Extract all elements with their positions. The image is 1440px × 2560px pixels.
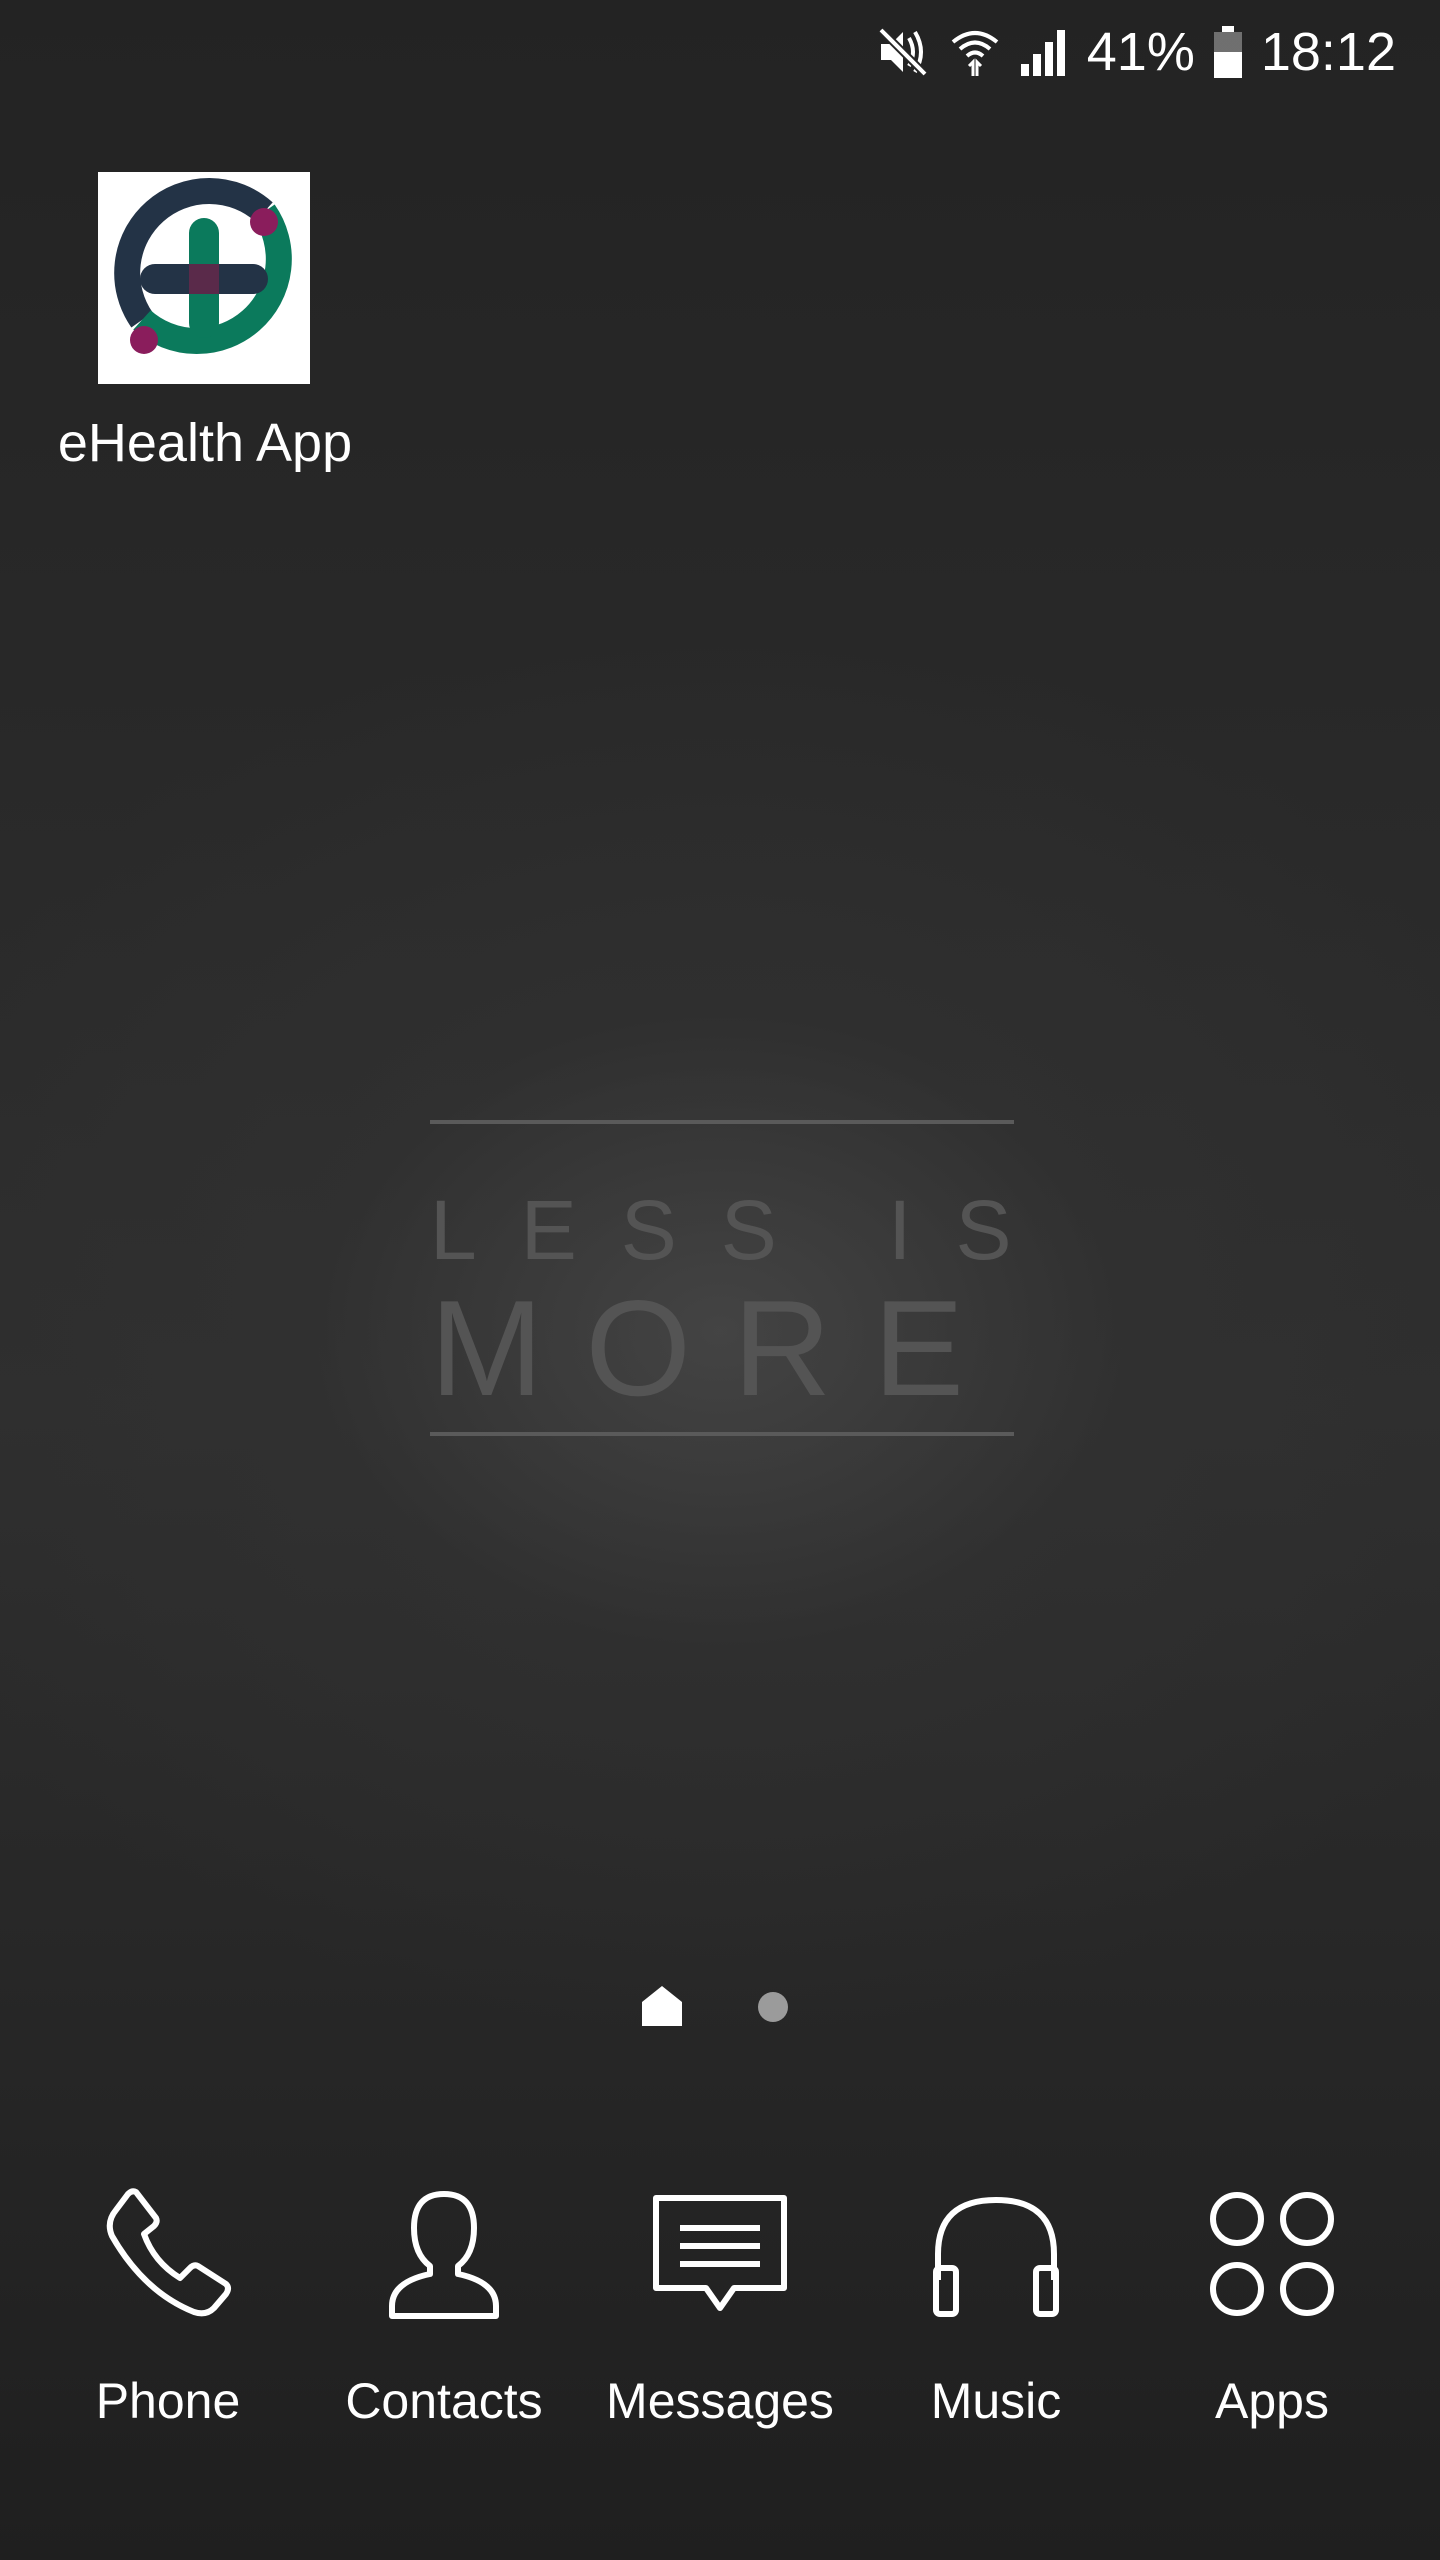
- signal-icon: [1020, 30, 1065, 76]
- dock-item-contacts[interactable]: Contacts: [306, 2180, 582, 2460]
- dock: Phone Contacts Messages Music Apps: [0, 2180, 1440, 2460]
- dock-label: Contacts: [345, 2373, 543, 2429]
- page-dot[interactable]: [758, 1992, 788, 2022]
- home-page-icon[interactable]: [640, 1984, 684, 2028]
- ehealth-app-shortcut[interactable]: eHealth App: [40, 172, 370, 492]
- wallpaper-line-1: LESS IS: [430, 1183, 1056, 1277]
- battery-percent: 41%: [1086, 22, 1195, 82]
- page-indicator[interactable]: [640, 1984, 800, 2028]
- status-bar: 41% 18:12: [0, 0, 1440, 104]
- wallpaper-line-2: MORE: [430, 1272, 1006, 1424]
- divider-line: [430, 1432, 1014, 1436]
- dock-label: Messages: [606, 2373, 834, 2429]
- divider-line: [430, 1120, 1014, 1124]
- phone-icon: [106, 2188, 231, 2317]
- dock-label: Music: [930, 2373, 1062, 2429]
- apps-grid-icon: [1210, 2192, 1334, 2316]
- dock-item-music[interactable]: Music: [858, 2180, 1134, 2460]
- contacts-icon: [389, 2191, 499, 2319]
- ehealth-app-icon[interactable]: [98, 172, 310, 384]
- headphones-icon: [933, 2196, 1059, 2317]
- dock-label: Apps: [1215, 2373, 1329, 2429]
- dock-item-phone[interactable]: Phone: [30, 2180, 306, 2460]
- status-icons: 41% 18:12: [875, 18, 1396, 86]
- clock: 18:12: [1260, 22, 1396, 82]
- dock-item-apps[interactable]: Apps: [1134, 2180, 1410, 2460]
- wallpaper-slogan: LESS IS MORE: [430, 1120, 1014, 1440]
- dock-item-messages[interactable]: Messages: [582, 2180, 858, 2460]
- mute-icon: [877, 27, 928, 77]
- battery-icon: [1213, 26, 1242, 78]
- messages-icon: [653, 2195, 787, 2311]
- dock-label: Phone: [95, 2373, 241, 2429]
- app-label: eHealth App: [57, 413, 353, 473]
- wifi-icon: [951, 31, 999, 76]
- ehealth-logo: [114, 177, 292, 355]
